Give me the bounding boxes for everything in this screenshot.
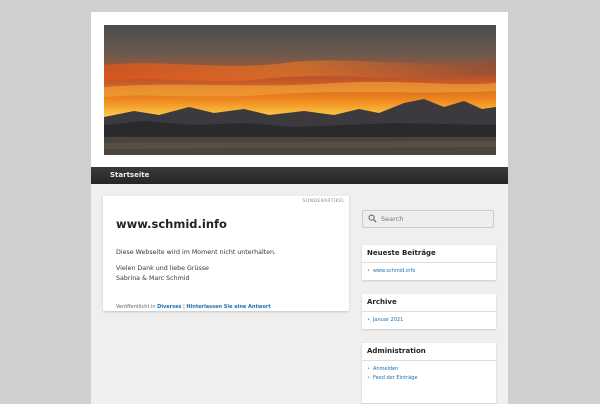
article-content: Diese Webseite wird im Moment nicht unte… [116, 248, 276, 284]
search-icon [368, 214, 377, 223]
main-content: SONDERARTIKEL www.schmid.info Diese Webs… [91, 184, 508, 404]
admin-list: Anmelden Feed der Einträge [362, 361, 496, 386]
search-input[interactable]: Search [362, 210, 494, 228]
meta-separator: | [183, 304, 185, 310]
archive-widget: Archive Januar 2021 [362, 294, 496, 329]
search-widget: Search [362, 206, 496, 230]
article-signature: Sabrina & Marc Schmid [116, 275, 190, 282]
reply-link[interactable]: Hinterlassen Sie eine Antwort [186, 304, 270, 310]
archive-list: Januar 2021 [362, 312, 496, 328]
article-title[interactable]: www.schmid.info [116, 217, 227, 231]
admin-title: Administration [362, 343, 496, 361]
page: Startseite SONDERARTIKEL www.schmid.info… [91, 12, 508, 404]
category-link[interactable]: Diverses [157, 304, 181, 310]
article-greeting: Vielen Dank und liebe Grüsse [116, 265, 209, 272]
featured-label: SONDERARTIKEL [302, 199, 345, 204]
featured-article: SONDERARTIKEL www.schmid.info Diese Webs… [103, 196, 349, 311]
recent-posts-widget: Neueste Beiträge www.schmid.info [362, 245, 496, 280]
archive-link[interactable]: Januar 2021 [367, 316, 496, 325]
admin-feed-link[interactable]: Feed der Einträge [367, 374, 496, 383]
main-navigation: Startseite [91, 167, 508, 184]
admin-widget: Administration Anmelden Feed der Einträg… [362, 343, 496, 403]
recent-posts-title: Neueste Beiträge [362, 245, 496, 263]
recent-post-link[interactable]: www.schmid.info [367, 267, 496, 276]
archive-title: Archive [362, 294, 496, 312]
recent-posts-list: www.schmid.info [362, 263, 496, 279]
search-placeholder: Search [381, 215, 404, 223]
header-sunset-image[interactable] [104, 25, 496, 155]
sunset-mountains-image [104, 25, 496, 155]
article-meta: Veröffentlicht in Diverses | Hinterlasse… [116, 304, 271, 310]
meta-prefix: Veröffentlicht in [116, 304, 156, 310]
admin-login-link[interactable]: Anmelden [367, 365, 496, 374]
nav-item-startseite[interactable]: Startseite [110, 167, 149, 184]
article-paragraph: Diese Webseite wird im Moment nicht unte… [116, 249, 277, 256]
